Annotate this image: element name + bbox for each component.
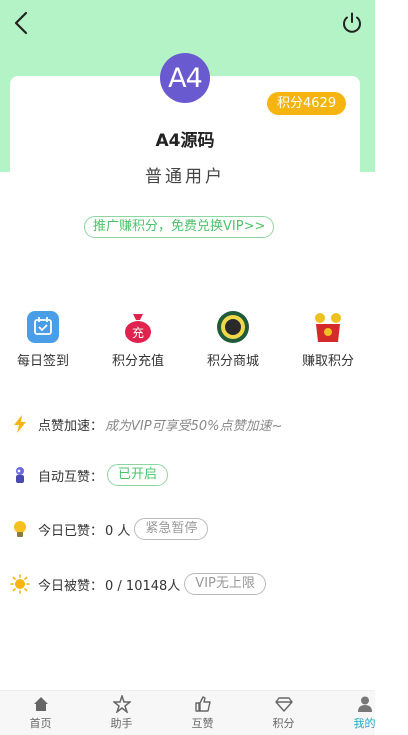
star-assistant-icon [112,695,131,713]
emergency-pause-button[interactable]: 紧急暂停 [134,518,209,540]
tab-mine[interactable]: 我的 [327,691,402,735]
diamond-icon [274,697,293,712]
bottom-tab-bar: 首页 助手 互赞 积分 我的 [0,690,376,735]
action-earn-points[interactable]: 赚取积分 [288,310,368,369]
power-icon[interactable] [340,11,364,35]
tab-label: 积分 [272,717,295,730]
row-today-received: 今日被赞： 0 / 10148人 VIP无上限 [10,571,266,597]
home-icon [33,697,48,711]
action-label: 积分商城 [206,354,259,369]
points-mall-icon [217,311,249,343]
points-badge[interactable]: 积分4629 [267,92,347,115]
calendar-checkin-icon [27,311,59,343]
tab-mutual-like[interactable]: 互赞 [165,691,240,735]
lightbulb-icon [14,521,26,537]
tab-points[interactable]: 积分 [246,691,321,735]
user-icon [357,696,372,712]
money-bag-icon: 充 [125,314,151,343]
sun-icon [10,574,30,594]
action-daily-checkin[interactable]: 每日签到 [3,310,83,369]
tab-label: 我的 [353,717,376,730]
row-label: 自动互赞： [38,469,104,485]
row-today-liked: 今日已赞： 0 人 紧急暂停 [10,516,209,542]
thumbs-up-icon [194,696,211,712]
svg-text:充: 充 [132,325,144,340]
row-label: 点赞加速： [38,418,104,434]
row-label: 今日被赞： [38,578,104,594]
back-arrow-icon[interactable] [10,10,36,36]
today-liked-value: 0 人 [105,523,131,539]
user-type: 普通用户 [145,167,225,187]
vip-unlimited-badge[interactable]: VIP无上限 [184,573,266,595]
action-label: 积分充值 [111,354,164,369]
quick-actions: 每日签到 充 积分充值 积分商城 赚取积分 [0,310,375,370]
tab-home[interactable]: 首页 [3,691,78,735]
row-like-speed: 点赞加速： 成为VIP可享受50%点赞加速~ [10,411,282,437]
user-name: A4源码 [155,131,215,151]
robot-icon [16,467,24,483]
action-label: 赚取积分 [301,354,354,369]
action-label: 每日签到 [16,354,69,369]
today-received-value: 0 / 10148人 [105,578,181,594]
tab-assistant[interactable]: 助手 [84,691,159,735]
tab-label: 互赞 [191,717,214,730]
gift-bag-icon [315,313,341,342]
row-auto-like: 自动互赞： 已开启 [10,462,169,488]
avatar[interactable]: A4 [160,53,210,103]
avatar-text: A4 [168,62,203,94]
action-points-mall[interactable]: 积分商城 [193,310,273,369]
auto-like-status[interactable]: 已开启 [107,464,169,486]
action-recharge[interactable]: 充 积分充值 [98,310,178,369]
tab-label: 首页 [29,717,52,730]
lightning-icon [14,415,26,433]
row-label: 今日已赞： [38,523,104,539]
profile-page: A4 积分4629 A4源码 普通用户 推广赚积分，免费兑换VIP>> 每日签到… [0,0,408,735]
speed-description: 成为VIP可享受50%点赞加速~ [105,418,283,434]
promo-link[interactable]: 推广赚积分，免费兑换VIP>> [84,216,275,238]
tab-label: 助手 [110,717,133,730]
